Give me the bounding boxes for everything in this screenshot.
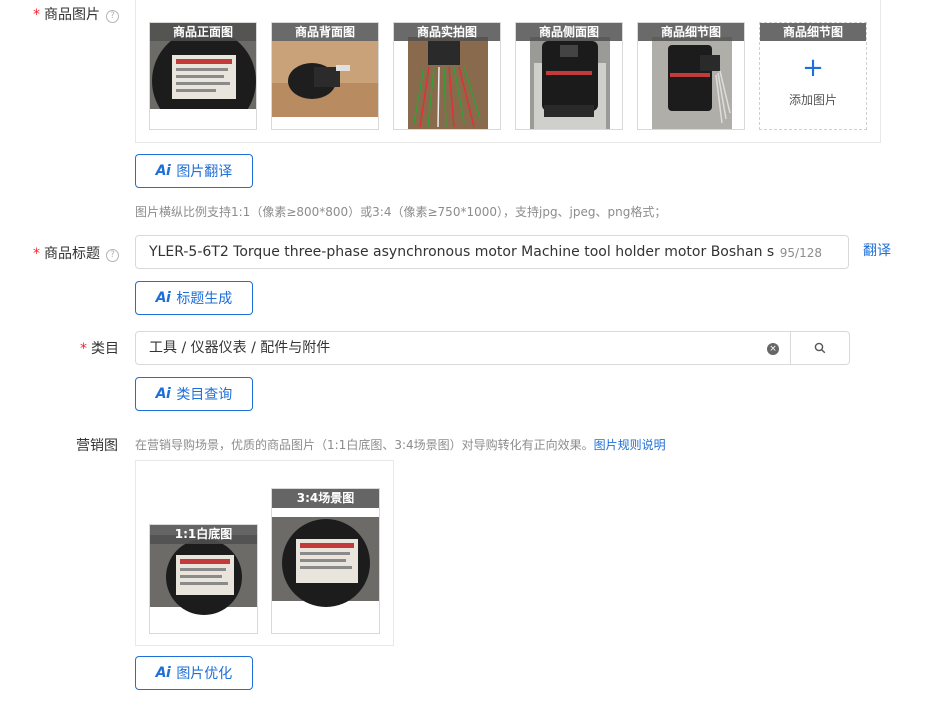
- motor-nameplate-photo: [272, 489, 379, 633]
- ai-icon: Ai: [155, 163, 171, 179]
- image-translate-button[interactable]: Ai 图片翻译: [135, 154, 253, 188]
- title-input-value: YLER-5-6T2 Torque three-phase asynchrono…: [149, 244, 774, 260]
- tile-caption: 3:4场景图: [272, 489, 379, 508]
- search-icon: [814, 342, 826, 354]
- marketing-description-text: 在营销导购场景，优质的商品图片（1:1白底图、3:4场景图）对导购转化有正向效果…: [135, 438, 594, 452]
- title-label: * 商品标题?: [33, 243, 119, 263]
- ai-icon: Ai: [155, 290, 171, 306]
- marketing-description: 在营销导购场景，优质的商品图片（1:1白底图、3:4场景图）对导购转化有正向效果…: [135, 436, 666, 453]
- tile-caption: 商品背面图: [272, 23, 378, 41]
- marketing-label: 营销图: [76, 438, 118, 454]
- clear-icon[interactable]: ×: [767, 343, 779, 355]
- tile-caption: 商品实拍图: [394, 23, 500, 41]
- product-image-side[interactable]: 商品侧面图: [515, 22, 623, 130]
- add-image-label: 添加图片: [788, 93, 837, 107]
- title-label-text: 商品标题: [44, 246, 100, 262]
- ai-icon: Ai: [155, 386, 171, 402]
- product-images-label: * 商品图片?: [33, 4, 119, 24]
- required-mark: *: [33, 246, 40, 262]
- category-value: 工具 / 仪器仪表 / 配件与附件: [149, 340, 331, 356]
- tile-caption: 商品细节图: [760, 23, 866, 41]
- category-search-button[interactable]: [790, 332, 849, 364]
- product-image-detail[interactable]: 商品细节图: [637, 22, 745, 130]
- ai-icon: Ai: [155, 665, 171, 681]
- help-icon[interactable]: ?: [106, 249, 119, 262]
- product-image-back[interactable]: 商品背面图: [271, 22, 379, 130]
- tile-caption: 1:1白底图: [150, 525, 257, 544]
- image-optimize-button[interactable]: Ai 图片优化: [135, 656, 253, 690]
- translate-link[interactable]: 翻译: [863, 240, 891, 260]
- tile-caption: 商品细节图: [638, 23, 744, 41]
- marketing-image-3-4[interactable]: 3:4场景图: [271, 488, 380, 634]
- category-query-button[interactable]: Ai 类目查询: [135, 377, 253, 411]
- category-label: * 类目: [80, 338, 119, 358]
- required-mark: *: [33, 7, 40, 23]
- title-generate-button[interactable]: Ai 标题生成: [135, 281, 253, 315]
- help-icon[interactable]: ?: [106, 10, 119, 23]
- image-optimize-label: 图片优化: [176, 666, 233, 682]
- required-mark: *: [80, 341, 87, 357]
- image-rules-link[interactable]: 图片规则说明: [594, 438, 666, 452]
- tile-caption: 商品正面图: [150, 23, 256, 41]
- marketing-images-panel: 1:1白底图 3:4场景图: [135, 460, 394, 646]
- title-input[interactable]: YLER-5-6T2 Torque three-phase asynchrono…: [135, 235, 849, 269]
- image-translate-label: 图片翻译: [176, 164, 233, 180]
- plus-icon: +: [802, 53, 824, 83]
- tile-caption: 商品侧面图: [516, 23, 622, 41]
- product-image-front[interactable]: 商品正面图: [149, 22, 257, 130]
- category-select[interactable]: 工具 / 仪器仪表 / 配件与附件 ×: [135, 331, 850, 365]
- image-format-hint: 图片横纵比例支持1:1（像素≥800*800）或3:4（像素≥750*1000）…: [135, 205, 667, 219]
- product-image-real-shot[interactable]: 商品实拍图: [393, 22, 501, 130]
- add-image-button[interactable]: 商品细节图 + 添加图片: [759, 22, 867, 130]
- product-images-label-text: 商品图片: [44, 7, 100, 23]
- title-char-counter: 95/128: [779, 246, 822, 260]
- category-label-text: 类目: [91, 341, 119, 357]
- title-generate-label: 标题生成: [176, 291, 233, 307]
- product-images-panel: 商品正面图 商品背面图 商品实拍图 商品侧面图 商品细节图 商品细节图 + 添加…: [135, 0, 881, 143]
- marketing-image-1-1[interactable]: 1:1白底图: [149, 524, 258, 634]
- category-query-label: 类目查询: [176, 387, 233, 403]
